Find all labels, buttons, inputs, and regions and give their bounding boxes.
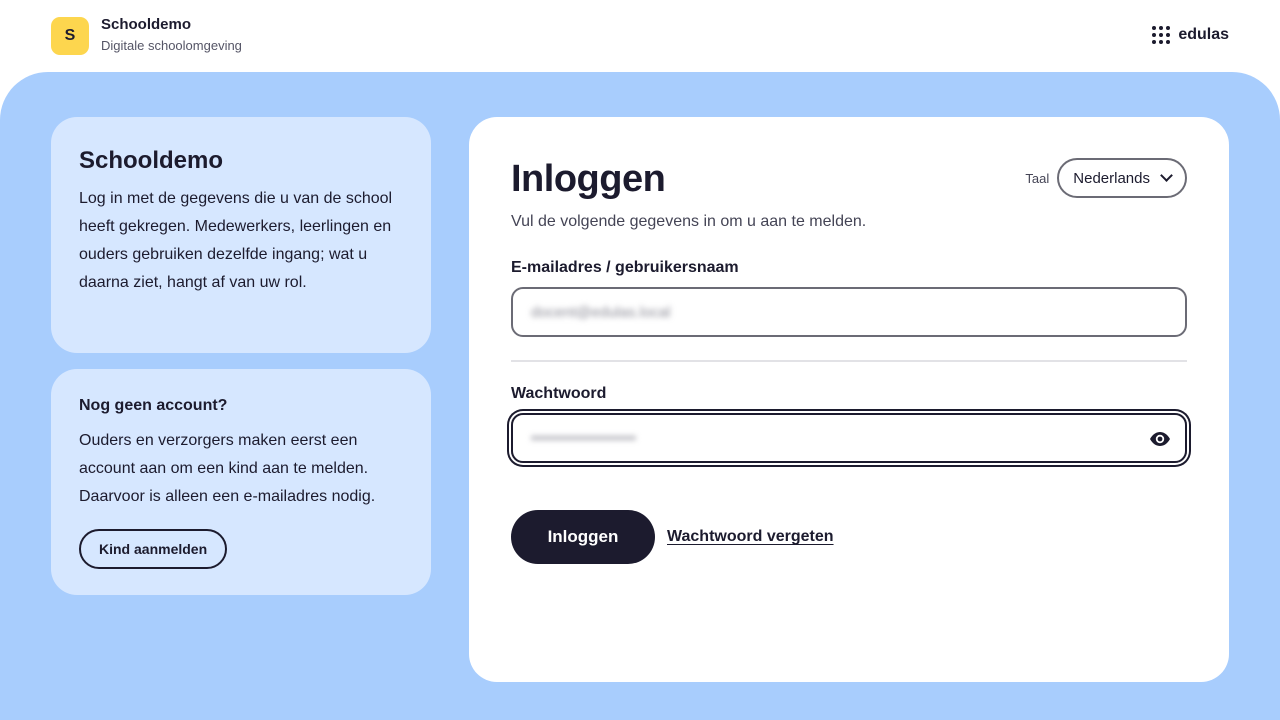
account-card-title: Nog geen account? — [79, 397, 228, 414]
account-card: Nog geen account? Ouders en verzorgers m… — [51, 369, 431, 595]
account-card-text: Ouders en verzorgers maken eerst een acc… — [79, 432, 376, 505]
login-button[interactable]: Inloggen — [511, 510, 655, 564]
school-subtitle: Digitale schoolomgeving — [101, 38, 242, 53]
language-value: Nederlands — [1073, 169, 1150, 187]
email-label: E-mailadres / gebruikersnaam — [511, 259, 739, 276]
school-logo-badge: S — [51, 17, 89, 55]
language-select[interactable]: Nederlands — [1057, 158, 1187, 198]
grid-dots-icon — [1152, 26, 1171, 44]
info-card-title: Schooldemo — [79, 147, 224, 174]
brand-logo[interactable]: edulas — [1152, 26, 1229, 44]
language-label: Taal — [1025, 170, 1050, 186]
email-field[interactable]: docent@edulas.local — [511, 287, 1187, 337]
brand-name: edulas — [1178, 26, 1229, 43]
info-card-text: Log in met de gegevens die u van de scho… — [79, 190, 393, 291]
email-value: docent@edulas.local — [531, 303, 671, 321]
forgot-password-link[interactable]: Wachtwoord vergeten — [667, 528, 834, 546]
password-field[interactable]: •••••••••••••••••••• — [511, 413, 1187, 463]
login-card: Inloggen Taal Nederlands Vul de volgende… — [469, 117, 1229, 682]
register-child-button[interactable]: Kind aanmelden — [79, 529, 228, 569]
login-title: Inloggen — [511, 158, 666, 200]
language-picker: Taal Nederlands — [1025, 158, 1187, 198]
school-name: Schooldemo — [101, 16, 192, 33]
password-value: •••••••••••••••••••• — [531, 429, 637, 447]
form-divider — [511, 360, 1187, 362]
top-bar: S Schooldemo Digitale schoolomgeving edu… — [0, 0, 1280, 72]
eye-icon[interactable] — [1149, 428, 1171, 450]
chevron-down-icon — [1160, 169, 1173, 182]
password-label: Wachtwoord — [511, 385, 607, 402]
info-card: Schooldemo Log in met de gegevens die u … — [51, 117, 431, 353]
login-subtitle: Vul de volgende gegevens in om u aan te … — [511, 213, 867, 230]
